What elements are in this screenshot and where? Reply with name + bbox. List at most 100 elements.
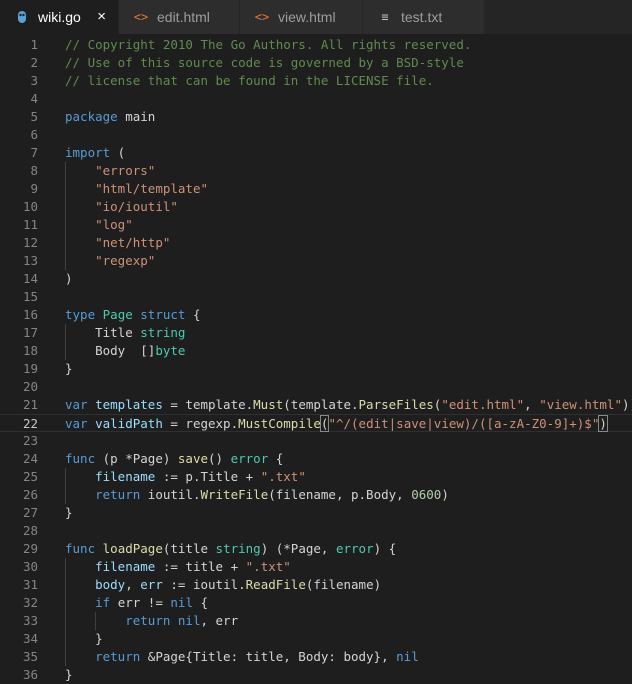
code-token: ) { <box>373 540 397 556</box>
line-number: 27 <box>22 504 38 520</box>
line-content: filename := p.Title + ".txt" <box>65 468 306 486</box>
code-token: byte <box>155 342 186 358</box>
tab-bar: wiki.go × <> edit.html <> view.html ≡ te… <box>0 0 632 34</box>
tab-label: wiki.go <box>38 9 81 25</box>
code-line[interactable]: 21 var templates = template.Must(template… <box>0 396 632 414</box>
tab-wiki-go[interactable]: wiki.go × <box>0 0 118 34</box>
code-line[interactable]: 26 return ioutil.WriteFile(filename, p.B… <box>0 486 632 504</box>
code-line[interactable]: 16 type Page struct { <box>0 306 632 324</box>
code-line[interactable]: 23 <box>0 432 632 450</box>
code-token: struct <box>140 306 186 322</box>
code-line[interactable]: 22 var validPath = regexp.MustCompile("^/… <box>0 413 632 433</box>
line-number: 9 <box>30 180 38 196</box>
tab-view-html[interactable]: <> view.html <box>240 0 362 34</box>
code-line[interactable]: 9 "html/template" <box>0 180 632 198</box>
line-content: filename := title + ".txt" <box>65 558 291 576</box>
code-token: (template. <box>283 396 359 412</box>
code-line[interactable]: 3 // license that can be found in the LIC… <box>0 72 632 90</box>
line-number: 7 <box>30 144 38 160</box>
code-line[interactable]: 30 filename := title + ".txt" <box>0 558 632 576</box>
code-line[interactable]: 7 import ( <box>0 144 632 162</box>
code-line[interactable]: 25 filename := p.Title + ".txt" <box>0 468 632 486</box>
code-token: nil <box>177 612 201 628</box>
line-content: Body []byte <box>65 342 185 360</box>
code-token: "regexp" <box>95 252 156 268</box>
code-token: error <box>335 540 374 556</box>
code-line[interactable]: 35 return &Page{Title: title, Body: body… <box>0 648 632 666</box>
indent-guide <box>95 611 96 630</box>
code-token: , <box>125 576 141 592</box>
code-line[interactable]: 27} <box>0 504 632 522</box>
line-number: 20 <box>22 378 38 394</box>
code-line[interactable]: 20 <box>0 378 632 396</box>
line-content: return nil, err <box>65 612 238 630</box>
line-content: "html/template" <box>65 180 208 198</box>
code-line[interactable]: 31 body, err := ioutil.ReadFile(filename… <box>0 576 632 594</box>
code-line[interactable]: 24 func (p *Page) save() error { <box>0 450 632 468</box>
code-token: ) (*Page, <box>260 540 336 556</box>
code-token: } <box>65 630 103 646</box>
code-line[interactable]: 36} <box>0 666 632 684</box>
code-line[interactable]: 6 <box>0 126 632 144</box>
code-token: )) <box>621 396 632 412</box>
code-line[interactable]: 8 "errors" <box>0 162 632 180</box>
code-token: var <box>65 415 88 431</box>
code-line[interactable]: 34 } <box>0 630 632 648</box>
code-line[interactable]: 2 // Use of this source code is governed … <box>0 54 632 72</box>
code-token: nil <box>170 594 193 610</box>
line-content: var templates = template.Must(template.P… <box>65 396 632 414</box>
code-token: (p *Page) <box>95 450 178 466</box>
code-token: ReadFile <box>245 576 306 592</box>
code-token: , <box>524 396 540 412</box>
code-line[interactable]: 13 "regexp" <box>0 252 632 270</box>
line-number: 33 <box>22 612 38 628</box>
code-token: () <box>208 450 231 466</box>
code-token: "view.html" <box>539 396 622 412</box>
code-token: func <box>65 540 96 556</box>
code-token: loadPage <box>102 540 163 556</box>
code-line[interactable]: 12 "net/http" <box>0 234 632 252</box>
matching-bracket: ) <box>598 414 608 432</box>
code-line[interactable]: 15 <box>0 288 632 306</box>
line-number: 26 <box>22 486 38 502</box>
code-line[interactable]: 1 // Copyright 2010 The Go Authors. All r… <box>0 36 632 54</box>
line-number: 13 <box>22 252 38 268</box>
code-token: var <box>65 396 88 412</box>
tab-label: test.txt <box>401 9 443 25</box>
code-line[interactable]: 32 if err != nil { <box>0 594 632 612</box>
code-token: save <box>177 450 209 466</box>
code-token: 0600 <box>411 486 442 502</box>
line-content: var validPath = regexp.MustCompile("^/(e… <box>65 414 608 433</box>
tab-edit-html[interactable]: <> edit.html <box>119 0 239 34</box>
line-content: // license that can be found in the LICE… <box>65 72 434 90</box>
code-line[interactable]: 11 "log" <box>0 216 632 234</box>
code-token: filename <box>95 468 156 484</box>
line-number: 18 <box>22 342 38 358</box>
close-icon[interactable]: × <box>97 8 106 25</box>
code-line[interactable]: 14) <box>0 270 632 288</box>
code-editor[interactable]: 1 // Copyright 2010 The Go Authors. All r… <box>0 34 632 684</box>
line-number: 11 <box>22 216 38 232</box>
code-line[interactable]: 10 "io/ioutil" <box>0 198 632 216</box>
code-token: ".txt" <box>245 558 291 574</box>
code-token: // Use of this source code is governed b… <box>65 54 464 70</box>
code-line[interactable]: 18 Body []byte <box>0 342 632 360</box>
code-line[interactable]: 17 Title string <box>0 324 632 342</box>
code-line[interactable]: 19} <box>0 360 632 378</box>
code-line[interactable]: 5 package main <box>0 108 632 126</box>
code-token: body <box>95 576 126 592</box>
line-number: 10 <box>22 198 38 214</box>
line-number: 15 <box>22 288 38 304</box>
tab-test-txt[interactable]: ≡ test.txt <box>363 0 484 34</box>
code-token: { <box>192 594 209 610</box>
line-number: 2 <box>30 54 38 70</box>
code-line[interactable]: 4 <box>0 90 632 108</box>
code-line[interactable]: 29 func loadPage(title string) (*Page, er… <box>0 540 632 558</box>
code-token: Body [] <box>65 342 156 358</box>
line-content: "errors" <box>65 162 155 180</box>
code-line[interactable]: 28 <box>0 522 632 540</box>
line-number: 21 <box>22 396 38 412</box>
